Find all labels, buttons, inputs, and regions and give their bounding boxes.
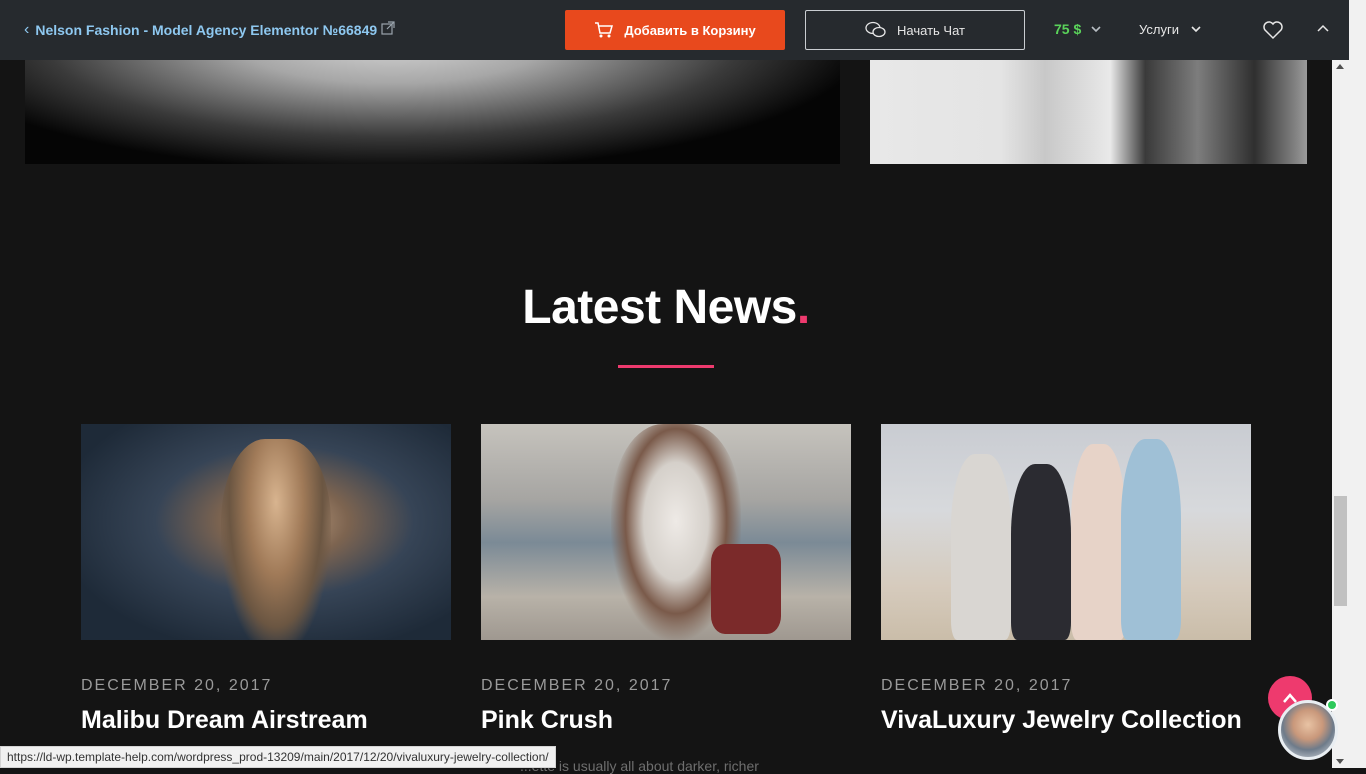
title-underline xyxy=(618,365,714,368)
latest-news-heading: Latest News. xyxy=(0,280,1332,335)
price-dropdown[interactable]: 75 $ xyxy=(1054,21,1101,37)
news-card-image-2[interactable] xyxy=(481,424,851,640)
add-to-cart-label: Добавить в Корзину xyxy=(624,22,756,38)
start-chat-button[interactable]: Начать Чат xyxy=(805,10,1025,50)
top-toolbar: ‹ Nelson Fashion - Model Agency Elemento… xyxy=(0,0,1349,60)
services-dropdown[interactable]: Услуги xyxy=(1139,22,1201,37)
external-link-icon[interactable] xyxy=(380,20,396,36)
news-card-image-3[interactable] xyxy=(881,424,1251,640)
back-to-product-link[interactable]: ‹ Nelson Fashion - Model Agency Elemento… xyxy=(24,21,377,39)
start-chat-label: Начать Чат xyxy=(897,22,965,38)
gallery-image-bw-shoulders[interactable] xyxy=(25,60,840,164)
scrollbar-thumb[interactable] xyxy=(1334,496,1347,606)
news-card-title-3[interactable]: VivaLuxury Jewelry Collection xyxy=(881,705,1251,735)
arrow-up-icon xyxy=(1283,693,1297,703)
chat-bubbles-icon xyxy=(865,21,886,38)
gallery-image-bw-sweater[interactable] xyxy=(870,60,1307,164)
window-edge xyxy=(1349,0,1366,768)
scroll-up-arrow-icon[interactable] xyxy=(1336,64,1344,69)
chevron-down-icon xyxy=(1091,25,1101,32)
cart-icon xyxy=(595,22,614,38)
news-card-title-1[interactable]: Malibu Dream Airstream xyxy=(81,705,451,735)
news-card-title-2[interactable]: Pink Crush xyxy=(481,705,851,735)
chevron-left-icon: ‹ xyxy=(24,21,30,38)
online-status-dot xyxy=(1326,699,1338,711)
product-title: Nelson Fashion - Model Agency Elementor … xyxy=(35,22,378,38)
price-value: 75 $ xyxy=(1054,21,1082,37)
news-card-date-3: DECEMBER 20, 2017 xyxy=(881,677,1073,694)
news-card-date-2: DECEMBER 20, 2017 xyxy=(481,677,673,694)
chevron-up-icon[interactable] xyxy=(1316,22,1330,36)
title-accent-dot: . xyxy=(796,281,810,334)
add-to-cart-button[interactable]: Добавить в Корзину xyxy=(565,10,785,50)
news-card-date-1: DECEMBER 20, 2017 xyxy=(81,677,273,694)
news-card-image-1[interactable] xyxy=(81,424,451,640)
scroll-down-arrow-icon[interactable] xyxy=(1336,759,1344,764)
page-scrollbar[interactable] xyxy=(1332,60,1349,768)
chevron-down-icon xyxy=(1191,26,1201,33)
section-title-text: Latest News xyxy=(522,281,797,334)
services-label: Услуги xyxy=(1139,22,1179,37)
status-bar-url: https://ld-wp.template-help.com/wordpres… xyxy=(0,746,556,768)
news-card-excerpt-2: ...ette is usually all about darker, ric… xyxy=(520,758,759,774)
heart-icon[interactable] xyxy=(1262,19,1284,41)
